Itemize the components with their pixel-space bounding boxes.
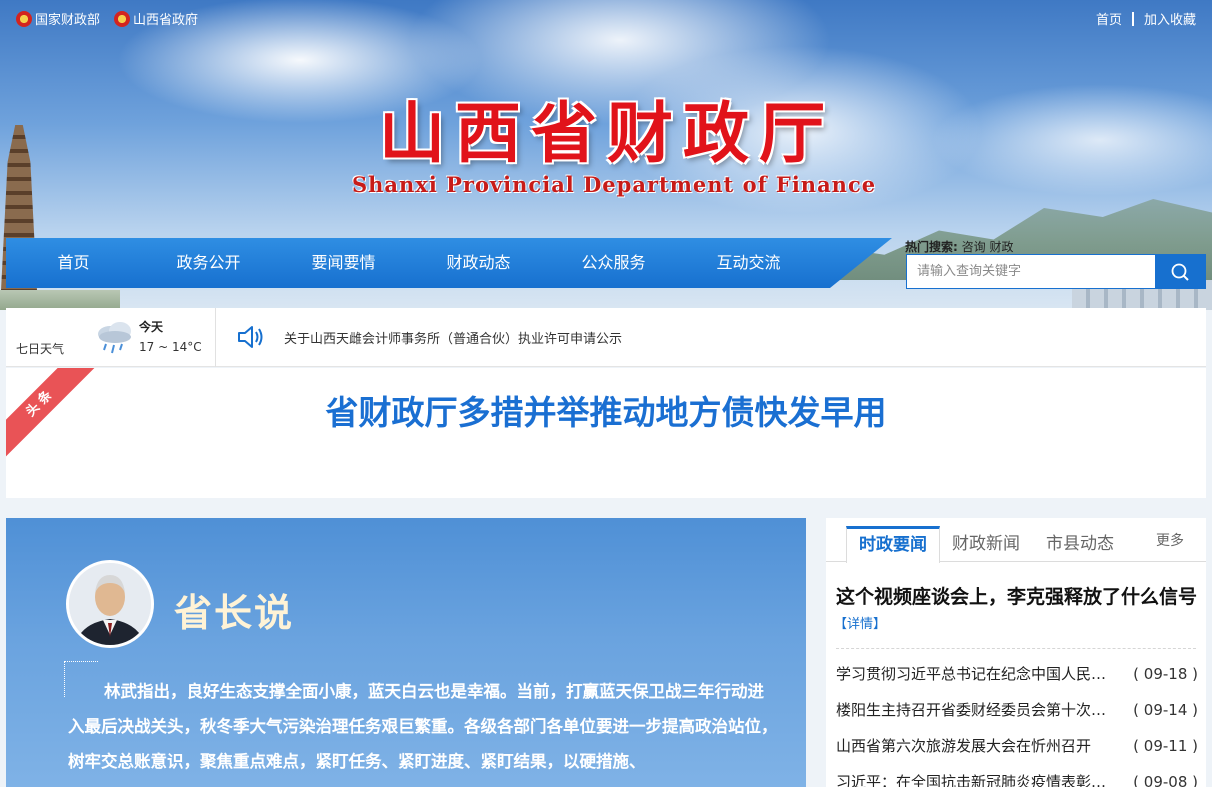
- headline-title[interactable]: 省财政厅多措并举推动地方债快发早用: [6, 386, 1206, 434]
- main-nav: 首页 政务公开 要闻要情 财政动态 公众服务 互动交流: [6, 238, 892, 288]
- top-links-left: 国家财政部 山西省政府: [16, 9, 198, 28]
- hot-search: 热门搜索: 咨询 财政: [905, 238, 1013, 255]
- headline-section: 头条 省财政厅多措并举推动地方债快发早用: [6, 368, 1206, 498]
- tab-county-updates[interactable]: 市县动态: [1038, 526, 1122, 562]
- news-item[interactable]: 山西省第六次旅游发展大会在忻州召开 ( 09-11 ): [836, 728, 1198, 764]
- news-item-title: 山西省第六次旅游发展大会在忻州召开: [836, 737, 1092, 755]
- governor-says-text[interactable]: 林武指出，良好生态支撑全面小康，蓝天白云也是幸福。当前，打赢蓝天保卫战三年行动进…: [68, 674, 780, 779]
- weather-today: 今天: [139, 320, 164, 334]
- weather-widget[interactable]: 七日天气 今天 17 ~ 14°C: [6, 308, 216, 367]
- hot-search-terms[interactable]: 咨询 财政: [962, 240, 1014, 254]
- news-item-date: ( 09-18 ): [1133, 665, 1198, 683]
- link-national-finance[interactable]: 国家财政部: [16, 9, 100, 28]
- governor-says-panel: 省长说 林武指出，良好生态支撑全面小康，蓝天白云也是幸福。当前，打赢蓝天保卫战三…: [6, 518, 806, 787]
- left-scenery: [0, 290, 120, 310]
- link-shanxi-government[interactable]: 山西省政府: [114, 9, 198, 28]
- link-home[interactable]: 首页: [1096, 9, 1122, 28]
- divider: [1131, 11, 1134, 26]
- weather-label: 七日天气: [16, 342, 65, 356]
- weather-temperature: 17 ~ 14°C: [139, 340, 202, 354]
- notice-link[interactable]: 关于山西天雌会计师事务所（普通合伙）执业许可申请公示: [284, 328, 622, 347]
- news-top-title[interactable]: 这个视频座谈会上，李克强释放了什么信号: [836, 582, 1198, 609]
- news-panel: 时政要闻 财政新闻 市县动态 更多 这个视频座谈会上，李克强释放了什么信号 【详…: [826, 518, 1206, 787]
- divider: [836, 648, 1196, 649]
- top-links-right: 首页 加入收藏: [1096, 9, 1196, 28]
- info-strip: 七日天气 今天 17 ~ 14°C 关于山西天雌会计师事务所（普通合伙）执业许可…: [6, 308, 1206, 367]
- nav-item-home[interactable]: 首页: [6, 238, 141, 288]
- news-list: 学习贯彻习近平总书记在纪念中国人民抗日战争胜利75周年座谈会上重要讲话 ( 09…: [836, 656, 1198, 787]
- news-item[interactable]: 学习贯彻习近平总书记在纪念中国人民抗日战争胜利75周年座谈会上重要讲话 ( 09…: [836, 656, 1198, 692]
- governor-portrait: [69, 563, 151, 645]
- news-item[interactable]: 楼阳生主持召开省委财经委员会第十次会议 ( 09-14 ): [836, 692, 1198, 728]
- search-icon: [1171, 263, 1189, 281]
- nav-item-public-services[interactable]: 公众服务: [546, 238, 681, 288]
- detail-link[interactable]: 【详情】: [834, 613, 886, 632]
- site-title: 山西省财政厅: [379, 94, 835, 172]
- national-emblem-icon: [16, 10, 32, 27]
- rain-cloud-icon: [98, 322, 131, 354]
- notice-bar: 关于山西天雌会计师事务所（普通合伙）执业许可申请公示: [236, 324, 622, 350]
- speaker-icon: [238, 326, 263, 348]
- news-item-date: ( 09-14 ): [1133, 701, 1198, 719]
- site-subtitle: Shanxi Provincial Department of Finance: [352, 172, 877, 197]
- nav-item-government-affairs[interactable]: 政务公开: [141, 238, 276, 288]
- search-input[interactable]: [907, 255, 1155, 288]
- more-link[interactable]: 更多: [1156, 530, 1184, 550]
- link-add-favorite[interactable]: 加入收藏: [1144, 9, 1196, 28]
- nav-item-finance-updates[interactable]: 财政动态: [411, 238, 546, 288]
- nav-item-interaction[interactable]: 互动交流: [681, 238, 816, 288]
- news-item-date: ( 09-11 ): [1133, 737, 1198, 755]
- news-item-date: ( 09-08 ): [1133, 773, 1198, 787]
- search-box: [906, 254, 1206, 289]
- tab-current-affairs[interactable]: 时政要闻: [846, 526, 940, 563]
- nav-item-key-news[interactable]: 要闻要情: [276, 238, 411, 288]
- news-tabs: 时政要闻 财政新闻 市县动态 更多: [826, 518, 1206, 563]
- governor-says-title: 省长说: [174, 591, 295, 635]
- news-item-title: 习近平：在全国抗击新冠肺炎疫情表彰大会上的讲话: [836, 773, 1112, 787]
- tab-finance-news[interactable]: 财政新闻: [944, 526, 1028, 562]
- hot-search-label: 热门搜索:: [905, 240, 958, 254]
- national-emblem-icon: [114, 10, 131, 27]
- search-button[interactable]: [1155, 255, 1205, 288]
- governor-avatar: [66, 560, 154, 648]
- news-item[interactable]: 习近平：在全国抗击新冠肺炎疫情表彰大会上的讲话 ( 09-08 ): [836, 764, 1198, 787]
- news-item-title: 学习贯彻习近平总书记在纪念中国人民抗日战争胜利75周年座谈会上重要讲话: [836, 665, 1112, 683]
- news-item-title: 楼阳生主持召开省委财经委员会第十次会议: [836, 701, 1112, 719]
